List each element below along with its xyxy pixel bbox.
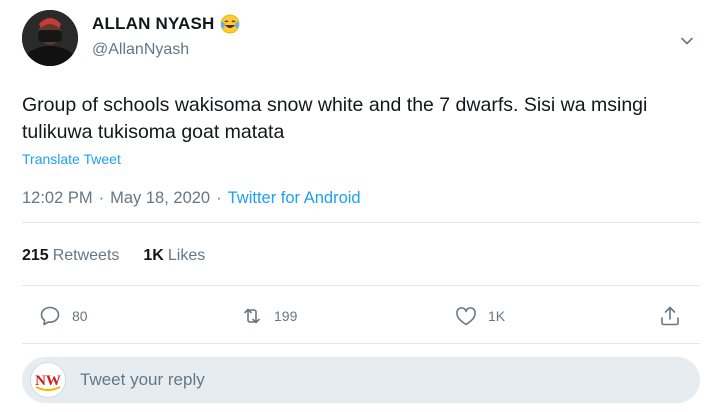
likes-stat[interactable]: 1K Likes bbox=[143, 247, 205, 265]
tweet-source[interactable]: Twitter for Android bbox=[228, 189, 361, 208]
divider bbox=[22, 285, 700, 286]
tweet-text: Group of schools wakisoma snow white and… bbox=[22, 94, 648, 143]
author-avatar[interactable] bbox=[22, 10, 78, 66]
author-name[interactable]: ALLAN NYASH bbox=[92, 14, 240, 34]
tears-of-joy-emoji bbox=[220, 14, 240, 34]
tweet-header: ALLAN NYASH @AllanNyash bbox=[22, 10, 702, 72]
tweet-stats: 215 Retweets 1K Likes bbox=[22, 247, 205, 265]
share-button[interactable] bbox=[658, 296, 682, 336]
reply-count: 80 bbox=[72, 308, 88, 324]
heart-icon bbox=[456, 307, 476, 326]
like-count: 1K bbox=[488, 308, 506, 324]
retweets-label: Retweets bbox=[52, 247, 120, 264]
author-name-text[interactable]: ALLAN NYASH bbox=[92, 14, 214, 34]
reply-input[interactable]: NW Tweet your reply bbox=[22, 357, 700, 403]
user-avatar[interactable]: NW bbox=[30, 362, 66, 398]
author-handle[interactable]: @AllanNyash bbox=[92, 41, 189, 59]
reply-button[interactable]: 80 bbox=[38, 296, 88, 336]
divider bbox=[22, 222, 700, 223]
likes-label: Likes bbox=[167, 247, 206, 264]
user-avatar-text: NW bbox=[35, 373, 61, 389]
tweet-meta: 12:02 PM · May 18, 2020 · Twitter for An… bbox=[22, 189, 361, 208]
meta-separator: · bbox=[98, 189, 105, 207]
retweet-icon bbox=[244, 308, 260, 324]
tweet-actions: 80 199 1K bbox=[22, 296, 702, 336]
translate-tweet-link[interactable]: Translate Tweet bbox=[22, 151, 121, 167]
retweet-button[interactable]: 199 bbox=[240, 296, 297, 336]
share-icon bbox=[661, 306, 679, 326]
chevron-down-icon[interactable] bbox=[678, 32, 696, 50]
retweet-count: 199 bbox=[274, 308, 298, 324]
tweet-date[interactable]: May 18, 2020 bbox=[110, 189, 210, 208]
tweet-time[interactable]: 12:02 PM bbox=[22, 189, 93, 208]
reply-icon bbox=[40, 306, 60, 326]
divider bbox=[22, 343, 700, 344]
retweets-stat[interactable]: 215 Retweets bbox=[22, 247, 119, 265]
retweets-count: 215 bbox=[22, 247, 49, 264]
meta-separator: · bbox=[216, 189, 222, 207]
likes-count: 1K bbox=[143, 247, 164, 264]
like-button[interactable]: 1K bbox=[454, 296, 505, 336]
reply-placeholder: Tweet your reply bbox=[80, 370, 205, 389]
